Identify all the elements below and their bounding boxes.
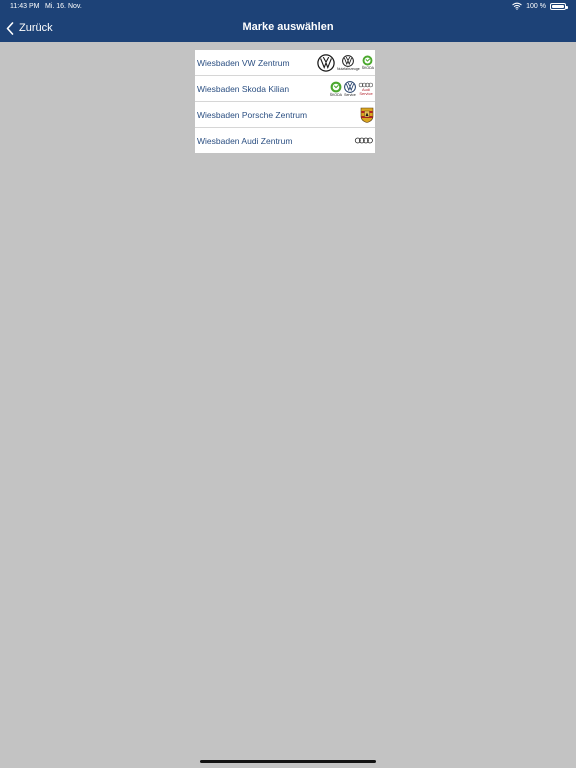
vw-nutzfahrzeuge-logo: Nutzfahrzeuge [336, 54, 360, 71]
page-title: Marke auswählen [242, 21, 334, 33]
skoda-logo: ŠKODA [362, 55, 374, 70]
vw-service-logo: Service [344, 80, 356, 97]
audi-rings-logo [354, 137, 374, 144]
skoda-logo: ŠKODA [330, 81, 342, 97]
dealer-label: Wiesbaden Skoda Kilian [197, 83, 290, 94]
battery-icon [550, 2, 568, 10]
dealer-label: Wiesbaden VW Zentrum [197, 57, 290, 68]
dealer-row-vw-zentrum[interactable]: Wiesbaden VW Zentrum Nutzfahrzeuge ŠKODA [195, 50, 375, 76]
home-indicator [200, 760, 376, 763]
logo-caption: ŠKODA [329, 92, 342, 97]
status-right: 100 % [512, 2, 568, 10]
logo-caption: Nutzfahrzeuge [336, 66, 360, 71]
brand-logos [354, 128, 374, 153]
vw-logo [317, 53, 335, 72]
brand-logos [360, 102, 374, 127]
logo-caption: Service [344, 92, 356, 97]
battery-percent: 100 % [526, 2, 546, 10]
logo-caption: Service [359, 90, 373, 96]
brand-logos: Nutzfahrzeuge ŠKODA [317, 50, 374, 75]
dealer-row-skoda-kilian[interactable]: Wiesbaden Skoda Kilian ŠKODA Service Aud… [195, 76, 375, 102]
audi-service-logo: Audi Service [358, 82, 374, 96]
dealer-label: Wiesbaden Audi Zentrum [197, 135, 293, 146]
dealer-row-porsche-zentrum[interactable]: Wiesbaden Porsche Zentrum [195, 102, 375, 128]
wifi-icon [512, 2, 522, 10]
navigation-bar: 11:43 PM Mi. 16. Nov. 100 % Zurück Marke… [0, 0, 576, 42]
dealer-list: Wiesbaden VW Zentrum Nutzfahrzeuge ŠKODA… [195, 50, 375, 153]
status-date: Mi. 16. Nov. [45, 3, 82, 10]
porsche-crest-logo [360, 107, 374, 123]
brand-logos: ŠKODA Service Audi Service [330, 76, 374, 101]
dealer-row-audi-zentrum[interactable]: Wiesbaden Audi Zentrum [195, 128, 375, 153]
dealer-label: Wiesbaden Porsche Zentrum [197, 109, 308, 120]
logo-caption: ŠKODA [361, 66, 374, 70]
status-time: 11:43 PM [10, 3, 40, 10]
